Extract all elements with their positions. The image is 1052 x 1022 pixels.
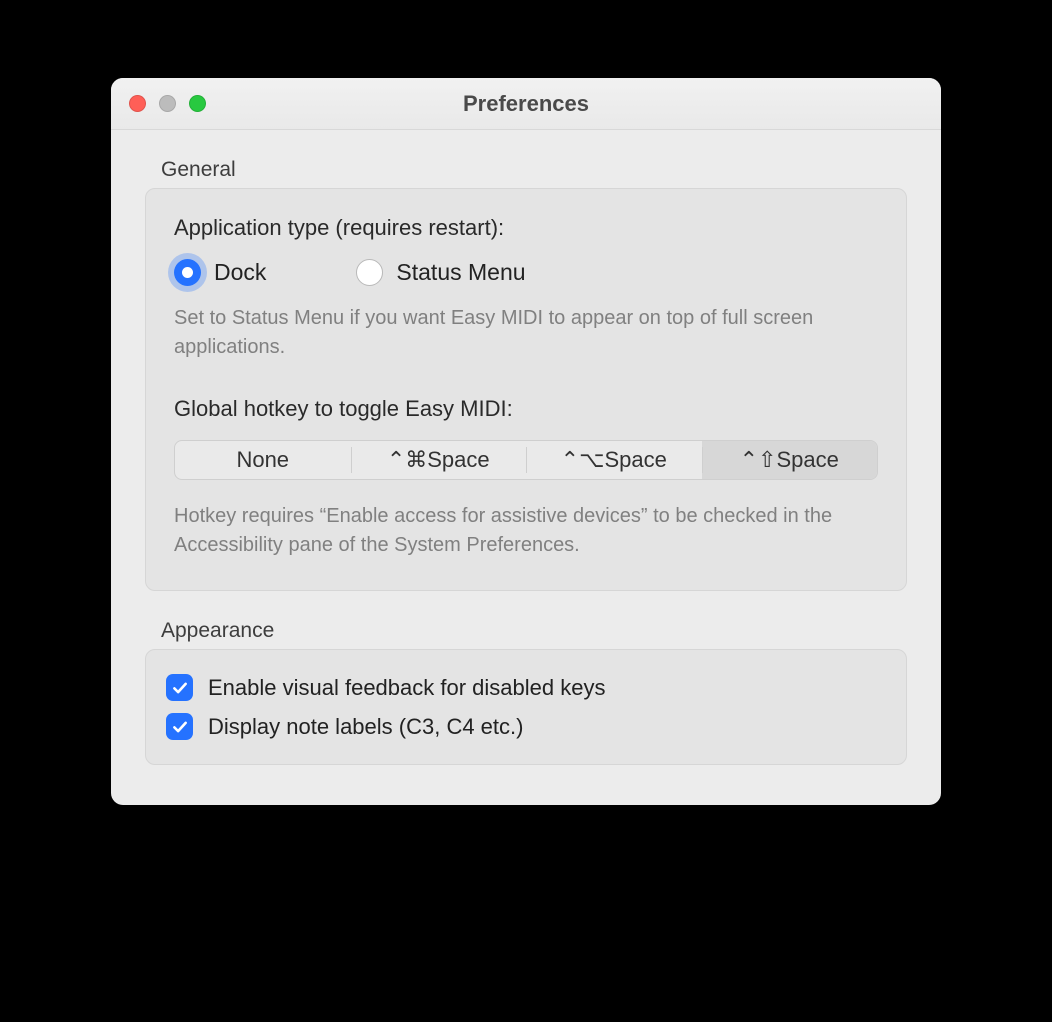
section-label-appearance: Appearance	[161, 619, 907, 643]
radio-dock-label: Dock	[214, 259, 266, 286]
section-label-general: General	[161, 158, 907, 182]
content: General Application type (requires resta…	[111, 130, 941, 805]
app-type-label: Application type (requires restart):	[174, 215, 878, 241]
radio-dock[interactable]: Dock	[174, 259, 266, 286]
seg-ctrl-opt-space[interactable]: ⌃⌥Space	[526, 441, 702, 479]
check-note-labels-label: Display note labels (C3, C4 etc.)	[208, 714, 523, 740]
seg-ctrl-cmd-space[interactable]: ⌃⌘Space	[351, 441, 527, 479]
window-title: Preferences	[111, 91, 941, 117]
titlebar: Preferences	[111, 78, 941, 130]
checkbox-icon	[166, 713, 193, 740]
preferences-window: Preferences General Application type (re…	[111, 78, 941, 805]
check-note-labels[interactable]: Display note labels (C3, C4 etc.)	[166, 707, 886, 746]
check-visual-feedback[interactable]: Enable visual feedback for disabled keys	[166, 668, 886, 707]
hotkey-help: Hotkey requires “Enable access for assis…	[174, 502, 878, 560]
seg-ctrl-shift-space[interactable]: ⌃⇧Space	[702, 441, 878, 479]
seg-none[interactable]: None	[175, 441, 351, 479]
app-type-radios: Dock Status Menu	[174, 259, 878, 286]
checkbox-icon	[166, 674, 193, 701]
check-visual-feedback-label: Enable visual feedback for disabled keys	[208, 675, 605, 701]
hotkey-label: Global hotkey to toggle Easy MIDI:	[174, 396, 878, 422]
group-appearance: Enable visual feedback for disabled keys…	[145, 649, 907, 765]
radio-dot-icon	[174, 259, 201, 286]
app-type-help: Set to Status Menu if you want Easy MIDI…	[174, 304, 878, 362]
group-general: Application type (requires restart): Doc…	[145, 188, 907, 591]
radio-dot-icon	[356, 259, 383, 286]
radio-status-menu[interactable]: Status Menu	[356, 259, 525, 286]
hotkey-segmented: None ⌃⌘Space ⌃⌥Space ⌃⇧Space	[174, 440, 878, 480]
radio-status-menu-label: Status Menu	[396, 259, 525, 286]
